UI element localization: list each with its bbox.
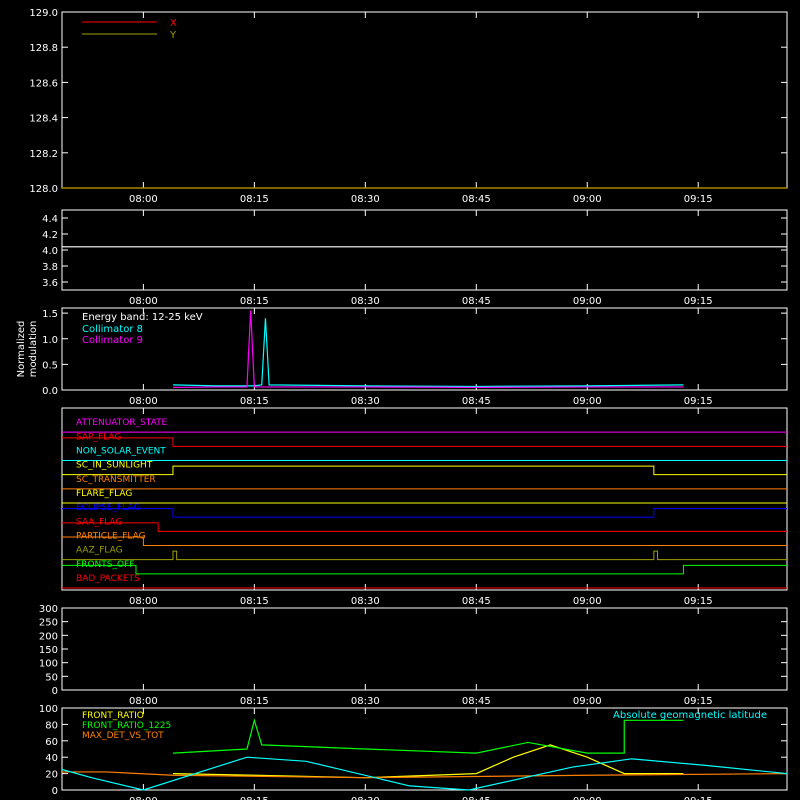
ratios-ytick-label: 0 [52, 786, 58, 797]
pointing-ytick-label: 128.6 [29, 78, 58, 89]
ratios-ytick-label: 40 [45, 753, 58, 764]
quality-ytick-label: 50 [45, 672, 58, 683]
quality-xtick-label: 09:15 [684, 696, 713, 707]
modulation-xtick-label: 08:00 [129, 396, 158, 407]
quality-xtick-label: 08:00 [129, 696, 158, 707]
pointing-legend-label: Y [169, 30, 177, 41]
modulation-xtick-label: 08:15 [240, 396, 269, 407]
roll-xtick-label: 08:15 [240, 296, 269, 307]
quality-ytick-label: 150 [39, 645, 58, 656]
ratios-ytick-label: 80 [45, 720, 58, 731]
plot-background [0, 0, 800, 800]
flags-xtick-label: 08:15 [240, 596, 269, 607]
roll-ytick-label: 3.8 [42, 262, 58, 273]
ratios-xtick-label: 09:15 [684, 796, 713, 800]
quality-ytick-label: 250 [39, 618, 58, 629]
modulation-ytick-label: 1.0 [42, 335, 58, 346]
ratios-ytick-label: 100 [39, 704, 58, 715]
flag-label: SAA_FLAG [76, 517, 122, 527]
pointing-ytick-label: 128.4 [29, 114, 58, 125]
modulation-xtick-label: 09:15 [684, 396, 713, 407]
flag-label: ATTENUATOR_STATE [76, 418, 168, 428]
ratios-xtick-label: 08:00 [129, 796, 158, 800]
pointing-xtick-label: 08:15 [240, 194, 269, 205]
quality-xtick-label: 09:00 [573, 696, 602, 707]
ratios-xtick-label: 09:00 [573, 796, 602, 800]
roll-xtick-label: 09:15 [684, 296, 713, 307]
roll-ytick-label: 4.4 [42, 214, 58, 225]
roll-ytick-label: 4.0 [42, 246, 58, 257]
ratios-legend-label: MAX_DET_VS_TOT [82, 731, 164, 741]
quality-ytick-label: 200 [39, 631, 58, 642]
modulation-ylabel-line1: Normalized [16, 321, 27, 378]
quality-ytick-label: 0 [52, 686, 58, 697]
pointing-ytick-label: 128.2 [29, 149, 58, 160]
modulation-xtick-label: 09:00 [573, 396, 602, 407]
modulation-xtick-label: 08:45 [462, 396, 491, 407]
modulation-ytick-label: 0.0 [42, 386, 58, 397]
pointing-ytick-label: 128.0 [29, 184, 58, 195]
pointing-xtick-label: 09:15 [684, 194, 713, 205]
quality-xtick-label: 08:30 [351, 696, 380, 707]
ratios-ytick-label: 20 [45, 770, 58, 781]
ratios-xtick-label: 08:45 [462, 796, 491, 800]
modulation-xtick-label: 08:30 [351, 396, 380, 407]
modulation-legend-label: Collimator 9 [82, 335, 143, 346]
pointing-xtick-label: 08:00 [129, 194, 158, 205]
modulation-ytick-label: 0.5 [42, 360, 58, 371]
flag-label: AAZ_FLAG [76, 546, 123, 556]
rhessi-quicklook-plot: 129.0 128.8 128.6 128.4 128.2 128.0 08:00 08:15… [0, 0, 800, 800]
flags-xtick-label: 08:00 [129, 596, 158, 607]
flag-label: FLARE_FLAG [76, 489, 132, 499]
ratios-xtick-label: 08:30 [351, 796, 380, 800]
flag-label: SAP_FLAG [76, 432, 121, 442]
roll-ytick-label: 4.2 [42, 230, 58, 241]
pointing-ytick-label: 128.8 [29, 43, 58, 54]
pointing-ytick-label: 129.0 [29, 8, 58, 19]
quality-xtick-label: 08:15 [240, 696, 269, 707]
ratios-legend-label-right: Absolute geomagnetic latitude [613, 710, 767, 721]
flag-label: BAD_PACKETS [76, 574, 140, 584]
quality-xtick-label: 08:45 [462, 696, 491, 707]
ratios-legend-label: FRONT_RATIO_1225 [82, 721, 171, 731]
flag-label: SC_TRANSMITTER [76, 475, 156, 485]
flags-xtick-label: 09:15 [684, 596, 713, 607]
flag-label: FRONTS_OFF [76, 560, 134, 570]
pointing-xtick-label: 08:30 [351, 194, 380, 205]
roll-xtick-label: 09:00 [573, 296, 602, 307]
ratios-legend-label: FRONT_RATIO [82, 711, 144, 721]
roll-xtick-label: 08:45 [462, 296, 491, 307]
roll-ytick-label: 3.6 [42, 278, 58, 289]
flag-label: SC_IN_SUNLIGHT [76, 461, 153, 471]
modulation-legend-label: Collimator 8 [82, 324, 143, 335]
pointing-xtick-label: 09:00 [573, 194, 602, 205]
quality-ytick-label: 300 [39, 604, 58, 615]
flags-xtick-label: 09:00 [573, 596, 602, 607]
ratios-ytick-label: 60 [45, 737, 58, 748]
pointing-xtick-label: 08:45 [462, 194, 491, 205]
flag-label: NON_SOLAR_EVENT [76, 446, 166, 456]
roll-xtick-label: 08:30 [351, 296, 380, 307]
modulation-ytick-label: 1.5 [42, 309, 58, 320]
modulation-ylabel-line2: modulation [28, 321, 39, 378]
flag-label: PARTICLE_FLAG [76, 531, 146, 541]
flags-xtick-label: 08:30 [351, 596, 380, 607]
flags-xtick-label: 08:45 [462, 596, 491, 607]
flag-label: ECLIPSE_FLAG [76, 503, 140, 513]
quality-ytick-label: 100 [39, 659, 58, 670]
modulation-energy-band: Energy band: 12-25 keV [82, 312, 203, 323]
pointing-legend-label: X [170, 18, 177, 29]
roll-xtick-label: 08:00 [129, 296, 158, 307]
ratios-xtick-label: 08:15 [240, 796, 269, 800]
